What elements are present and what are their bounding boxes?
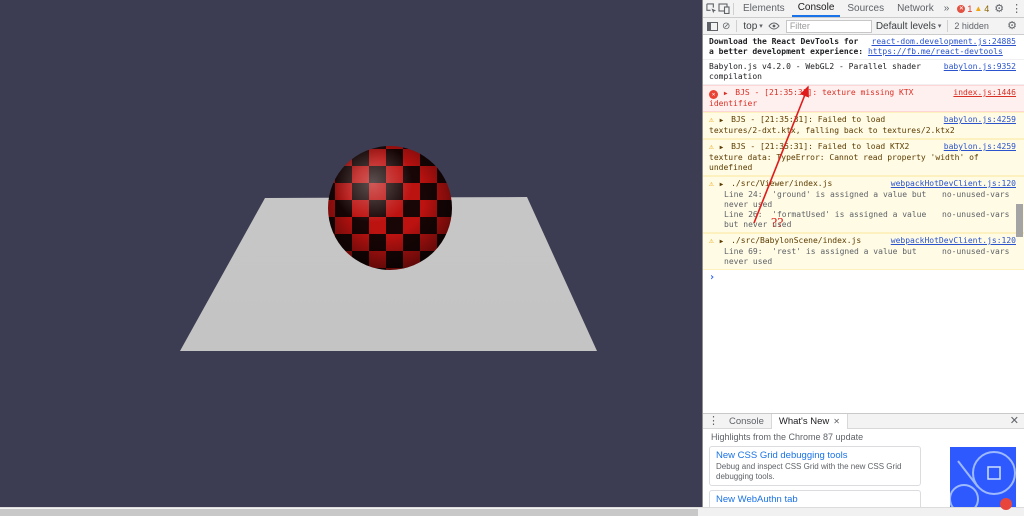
expand-arrow-icon[interactable]: ▶	[720, 117, 724, 124]
tab-network[interactable]: Network	[891, 0, 940, 17]
console-sidebar-icon[interactable]	[707, 21, 718, 31]
device-toolbar-icon[interactable]	[718, 2, 730, 16]
divider	[947, 20, 949, 32]
expand-arrow-icon[interactable]: ▶	[720, 181, 724, 188]
message-text: BJS - [21:35:31]: Failed to load texture…	[709, 115, 955, 135]
kebab-menu-icon[interactable]: ⋮	[1008, 2, 1024, 16]
tab-sources[interactable]: Sources	[841, 0, 890, 17]
message-text: ./src/Viewer/index.js	[731, 179, 833, 188]
lint-text: Line 69: 'rest' is assigned a value but …	[724, 247, 922, 266]
lint-line: Line 26: 'formatUsed' is assigned a valu…	[709, 210, 1016, 230]
console-message-babylon-version: babylon.js:9352 Babylon.js v4.2.0 - WebG…	[703, 60, 1024, 85]
expand-arrow-icon[interactable]: ▶	[724, 90, 728, 97]
whats-new-header: Highlights from the Chrome 87 update	[703, 429, 1024, 443]
console-message-react: react-dom.development.js:24885 Download …	[703, 35, 1024, 60]
console-prompt[interactable]: ›	[703, 270, 1024, 285]
warning-icon: ⚠	[709, 179, 714, 188]
lint-line: Line 69: 'rest' is assigned a value but …	[709, 247, 1016, 267]
vertical-scrollbar-thumb[interactable]	[1016, 204, 1023, 237]
warning-icon: ⚠	[709, 115, 714, 124]
filter-input[interactable]	[785, 19, 872, 33]
warning-count: 4	[984, 3, 990, 14]
source-link[interactable]: babylon.js:4259	[944, 115, 1016, 125]
devtools-tabbar: Elements Console Sources Network » ✕ 1 ▲…	[703, 0, 1024, 18]
lint-text: Line 24: 'ground' is assigned a value bu…	[724, 190, 932, 209]
more-tabs-icon[interactable]: »	[941, 3, 953, 14]
close-drawer-icon[interactable]: ✕	[1007, 414, 1022, 428]
checkered-sphere	[328, 146, 452, 270]
drawer-tab-console[interactable]: Console	[722, 414, 771, 429]
screen: Elements Console Sources Network » ✕ 1 ▲…	[0, 0, 1024, 516]
eye-icon[interactable]	[767, 19, 782, 33]
drawer: ⋮ Console What's New ✕ ✕ Highlights from …	[703, 413, 1024, 507]
notification-dot	[1000, 498, 1012, 510]
inspect-element-icon[interactable]	[706, 2, 717, 16]
drawer-tab-whats-new[interactable]: What's New ✕	[770, 413, 848, 429]
console-toolbar: ⊘ top ▾ Default levels ▾ 2 hidden ⚙	[703, 18, 1024, 35]
source-link[interactable]: react-dom.development.js:24885	[872, 37, 1017, 47]
context-label: top	[743, 20, 758, 32]
lint-text: Line 26: 'formatUsed' is assigned a valu…	[724, 210, 932, 229]
whats-new-body: New CSS Grid debugging tools Debug and i…	[703, 443, 1024, 507]
context-selector[interactable]: top ▾	[743, 21, 762, 32]
console-messages: react-dom.development.js:24885 Download …	[703, 35, 1024, 413]
lint-rule: no-unused-vars	[942, 190, 1010, 199]
devtools-panel: Elements Console Sources Network » ✕ 1 ▲…	[702, 0, 1024, 507]
message-text: ./src/BabylonScene/index.js	[731, 236, 862, 245]
tab-console[interactable]: Console	[791, 0, 841, 17]
console-warning-viewer: webpackHotDevClient.js:120 ⚠ ▶ ./src/Vie…	[703, 176, 1024, 233]
drawer-kebab-icon[interactable]: ⋮	[705, 414, 722, 428]
clear-console-icon[interactable]: ⊘	[722, 21, 730, 32]
console-warning-fallback: babylon.js:4259 ⚠ ▶ BJS - [21:35:31]: Fa…	[703, 112, 1024, 139]
tab-elements[interactable]: Elements	[737, 0, 791, 17]
error-count: 1	[967, 3, 973, 14]
close-tab-icon[interactable]: ✕	[833, 417, 840, 426]
whats-new-card: New WebAuthn tab Emulate authenticators …	[709, 490, 921, 507]
settings-gear-icon[interactable]: ⚙	[991, 2, 1007, 16]
log-levels-selector[interactable]: Default levels ▾	[876, 21, 942, 32]
divider	[736, 20, 738, 32]
source-link[interactable]: babylon.js:4259	[944, 142, 1016, 152]
card-description: Debug and inspect CSS Grid with the new …	[716, 462, 902, 481]
annotation-question-marks: ??	[771, 216, 784, 231]
console-warning-ktx2: babylon.js:4259 ⚠ ▶ BJS - [21:35:31]: Fa…	[703, 139, 1024, 176]
drawer-tabbar: ⋮ Console What's New ✕ ✕	[703, 413, 1024, 429]
warning-icon: ⚠	[709, 142, 714, 151]
console-settings-gear-icon[interactable]: ⚙	[1004, 19, 1020, 33]
chevron-down-icon: ▾	[759, 23, 763, 30]
drawer-tab-label: What's New	[778, 415, 830, 427]
message-text: BJS - [21:35:31]: Failed to load KTX2 te…	[709, 142, 984, 172]
source-link[interactable]: index.js:1446	[953, 88, 1016, 98]
prompt-chevron-icon: ›	[709, 272, 716, 283]
react-devtools-link[interactable]: https://fb.me/react-devtools	[868, 47, 1003, 56]
source-link[interactable]: webpackHotDevClient.js:120	[891, 236, 1016, 246]
message-text: BJS - [21:35:31]: texture missing KTX id…	[709, 88, 919, 108]
lint-line: Line 24: 'ground' is assigned a value bu…	[709, 190, 1016, 210]
warning-icon: ⚠	[709, 236, 714, 245]
horizontal-scrollbar-thumb[interactable]	[0, 509, 698, 516]
levels-label: Default levels	[875, 20, 936, 32]
horizontal-scrollbar[interactable]	[0, 507, 1024, 516]
message-text: Download the React DevTools for a better…	[709, 37, 868, 56]
babylon-canvas[interactable]	[0, 0, 702, 507]
lint-rule: no-unused-vars	[942, 210, 1010, 219]
source-link[interactable]: webpackHotDevClient.js:120	[891, 179, 1016, 189]
divider	[733, 2, 734, 15]
whats-new-card: New CSS Grid debugging tools Debug and i…	[709, 446, 921, 486]
expand-arrow-icon[interactable]: ▶	[720, 238, 724, 245]
source-link[interactable]: babylon.js:9352	[944, 62, 1016, 72]
card-title-link[interactable]: New CSS Grid debugging tools	[716, 450, 914, 461]
message-text: Babylon.js v4.2.0 - WebGL2 - Parallel sh…	[709, 62, 926, 81]
error-badge-icon: ✕	[957, 4, 966, 13]
expand-arrow-icon[interactable]: ▶	[720, 144, 724, 151]
error-icon: ✕	[709, 90, 718, 99]
lint-rule: no-unused-vars	[942, 247, 1010, 256]
chevron-down-icon: ▾	[937, 23, 942, 30]
warning-badge-icon: ▲	[974, 4, 983, 13]
issues-badge[interactable]: ✕ 1 ▲ 4	[957, 4, 989, 14]
card-title-link[interactable]: New WebAuthn tab	[716, 494, 914, 505]
hidden-messages-badge[interactable]: 2 hidden	[954, 21, 989, 31]
console-warning-babylonscene: webpackHotDevClient.js:120 ⚠ ▶ ./src/Bab…	[703, 233, 1024, 270]
console-error-ktx: index.js:1446 ✕ ▶ BJS - [21:35:31]: text…	[703, 85, 1024, 112]
